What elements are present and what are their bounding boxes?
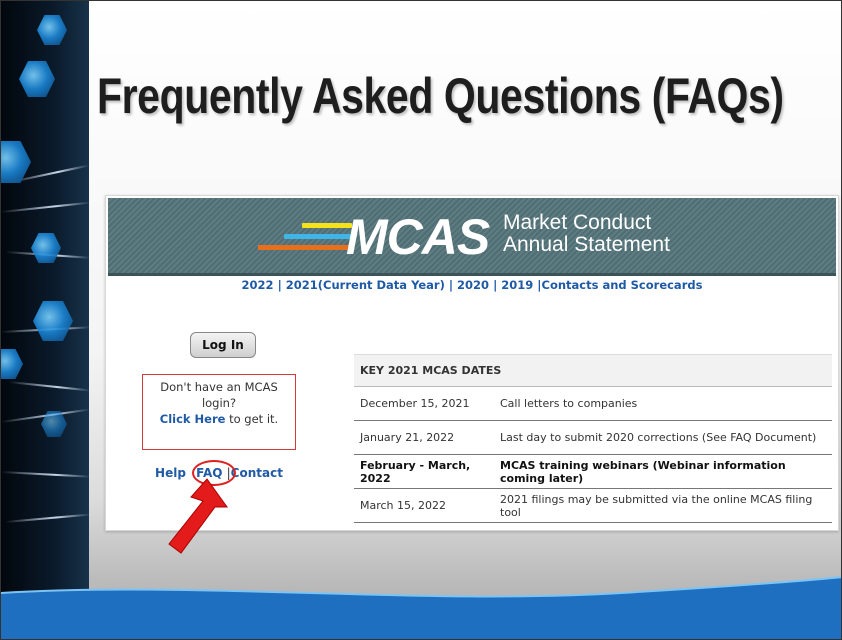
signup-line1: Don't have an MCAS	[160, 380, 278, 394]
bottom-wave-decoration	[1, 576, 841, 639]
table-header: KEY 2021 MCAS DATES	[354, 354, 832, 387]
signup-line2: login?	[201, 396, 237, 410]
nav-separator: |	[489, 278, 502, 292]
login-button[interactable]: Log In	[190, 332, 256, 358]
nav-link-2022[interactable]: 2022	[242, 278, 274, 292]
signup-notice-box: Don't have an MCAS login? Click Here to …	[142, 374, 296, 450]
key-dates-table: KEY 2021 MCAS DATES December 15, 2021 Ca…	[354, 354, 832, 523]
event-cell: Call letters to companies	[494, 386, 832, 421]
logo-bar-orange	[258, 245, 352, 250]
date-cell: December 15, 2021	[354, 386, 494, 421]
table-row: January 21, 2022 Last day to submit 2020…	[354, 420, 832, 455]
table-row: March 15, 2022 2021 filings may be submi…	[354, 488, 832, 523]
date-cell: February - March, 2022	[354, 454, 494, 489]
click-here-link[interactable]: Click Here	[160, 412, 226, 426]
event-cell: Last day to submit 2020 corrections (See…	[494, 420, 832, 455]
signup-suffix: to get it.	[225, 412, 279, 426]
nav-link-2021[interactable]: 2021(Current Data Year)	[286, 278, 445, 292]
table-row: February - March, 2022 MCAS training web…	[354, 454, 832, 489]
logo-bar-yellow	[302, 223, 352, 228]
year-navigation: 2022 | 2021(Current Data Year) | 2020 | …	[106, 278, 838, 292]
mcas-banner: MCAS Market Conduct Annual Statement	[108, 198, 836, 276]
contact-link[interactable]: Contact	[231, 466, 283, 480]
mcas-logo-text: MCAS	[346, 209, 490, 265]
table-row: December 15, 2021 Call letters to compan…	[354, 386, 832, 421]
nav-separator: |	[273, 278, 286, 292]
event-cell: 2021 filings may be submitted via the on…	[494, 488, 832, 523]
event-cell: MCAS training webinars (Webinar informat…	[494, 454, 832, 489]
logo-bar-blue	[284, 234, 352, 239]
date-cell: January 21, 2022	[354, 420, 494, 455]
mcas-logo-subtitle: Market Conduct Annual Statement	[503, 212, 670, 256]
logo-subtitle-line2: Annual Statement	[503, 233, 670, 256]
table-header-row: KEY 2021 MCAS DATES	[354, 354, 832, 387]
nav-separator: |	[533, 278, 542, 292]
slide: Frequently Asked Questions (FAQs) MCAS M…	[0, 0, 842, 640]
slide-title: Frequently Asked Questions (FAQs)	[97, 68, 784, 124]
mcas-logo-bars	[258, 220, 352, 260]
date-cell: March 15, 2022	[354, 488, 494, 523]
nav-link-2020[interactable]: 2020	[457, 278, 489, 292]
logo-subtitle-line1: Market Conduct	[503, 211, 652, 234]
nav-link-2019[interactable]: 2019	[501, 278, 533, 292]
nav-link-contacts-scorecards[interactable]: Contacts and Scorecards	[542, 278, 703, 292]
nav-separator: |	[444, 278, 458, 292]
